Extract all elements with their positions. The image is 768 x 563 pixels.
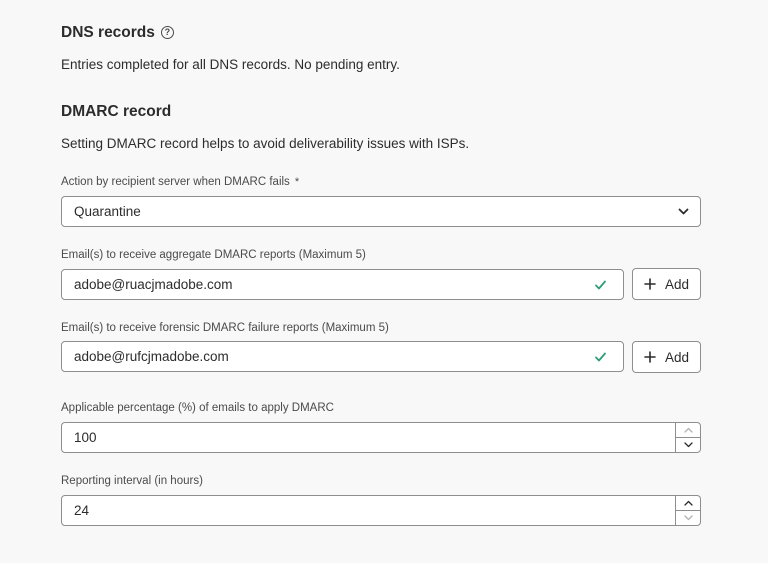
- forensic-email-input[interactable]: adobe@rufcjmadobe.com: [61, 341, 624, 372]
- plus-icon: [644, 351, 656, 363]
- add-button-label: Add: [664, 349, 690, 365]
- help-circle-icon[interactable]: ?: [160, 26, 174, 39]
- dmarc-record-title: DMARC record: [61, 103, 172, 120]
- required-asterisk: *: [294, 176, 300, 188]
- forensic-field-label: Email(s) to receive forensic DMARC failu…: [61, 322, 389, 334]
- chevron-up-icon: [683, 427, 693, 433]
- percentage-number-field[interactable]: 100: [61, 422, 701, 453]
- interval-number-field[interactable]: 24: [61, 495, 701, 526]
- dmarc-settings-panel: DNS records? Entries completed for all D…: [0, 0, 768, 563]
- chevron-down-icon: [683, 515, 693, 520]
- checkmark-icon: [595, 352, 606, 362]
- decrement-button[interactable]: [676, 438, 700, 453]
- chevron-up-icon: [683, 500, 693, 506]
- increment-button[interactable]: [676, 496, 700, 511]
- decrement-button[interactable]: [676, 511, 700, 526]
- percentage-stepper: [675, 423, 700, 452]
- add-forensic-email-button[interactable]: Add: [632, 341, 701, 373]
- chevron-down-icon: [678, 208, 689, 215]
- dns-records-heading: DNS records?: [61, 24, 174, 42]
- action-selected-value: Quarantine: [74, 204, 141, 219]
- checkmark-icon: [595, 280, 606, 290]
- forensic-email-value: adobe@rufcjmadobe.com: [74, 349, 229, 364]
- dns-status-text: Entries completed for all DNS records. N…: [61, 57, 400, 72]
- dmarc-description: Setting DMARC record helps to avoid deli…: [61, 136, 470, 151]
- aggregate-email-input[interactable]: adobe@ruacjmadobe.com: [61, 269, 624, 300]
- action-dropdown[interactable]: Quarantine: [61, 196, 701, 227]
- aggregate-field-label: Email(s) to receive aggregate DMARC repo…: [61, 249, 366, 261]
- add-aggregate-email-button[interactable]: Add: [632, 268, 701, 300]
- dns-records-title: DNS records: [61, 24, 155, 41]
- action-field-label: Action by recipient server when DMARC fa…: [61, 176, 299, 188]
- interval-stepper: [675, 496, 700, 525]
- aggregate-email-value: adobe@ruacjmadobe.com: [74, 277, 233, 292]
- action-label-text: Action by recipient server when DMARC fa…: [61, 176, 290, 188]
- interval-field-label: Reporting interval (in hours): [61, 475, 203, 487]
- increment-button[interactable]: [676, 423, 700, 438]
- chevron-down-icon: [683, 442, 693, 447]
- plus-icon: [644, 278, 656, 290]
- add-button-label: Add: [664, 276, 690, 292]
- percentage-value[interactable]: 100: [74, 423, 97, 452]
- percentage-field-label: Applicable percentage (%) of emails to a…: [61, 402, 334, 414]
- interval-value[interactable]: 24: [74, 496, 89, 525]
